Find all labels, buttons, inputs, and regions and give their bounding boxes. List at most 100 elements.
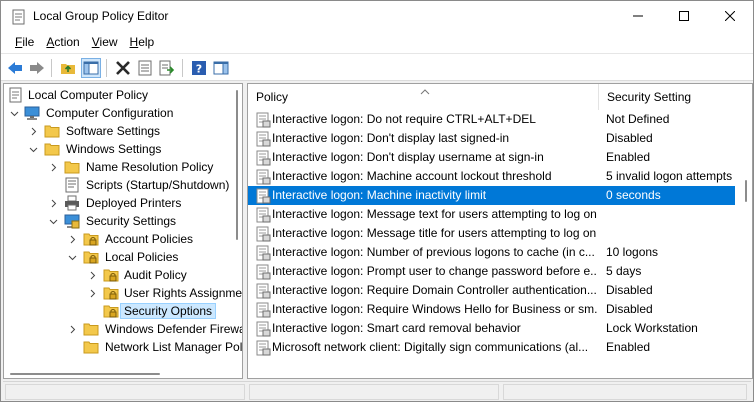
policy-list[interactable]: Policy Security Setting Interactive logo…	[247, 83, 753, 379]
computer-policy-icon	[8, 87, 24, 103]
chevron-right-icon[interactable]	[48, 198, 58, 208]
menu-file-label: ile	[22, 35, 35, 49]
maximize-button[interactable]	[661, 1, 707, 31]
table-row[interactable]: Interactive logon: Do not require CTRL+A…	[248, 110, 735, 129]
locked-folder-icon	[83, 249, 99, 265]
computer-icon	[24, 105, 40, 121]
policy-setting-value: Disabled	[606, 302, 653, 316]
tree-vertical-scrollbar[interactable]	[232, 84, 242, 364]
table-row[interactable]: Microsoft network client: Digitally sign…	[248, 338, 735, 357]
policy-name: Interactive logon: Prompt user to change…	[272, 264, 597, 278]
policy-setting-icon	[255, 188, 271, 204]
help-icon: ?	[192, 61, 206, 76]
policy-name: Interactive logon: Smart card removal be…	[272, 321, 521, 335]
table-row[interactable]: Interactive logon: Prompt user to change…	[248, 262, 735, 281]
tree-item-user-rights-assignment[interactable]: User Rights Assignment	[4, 284, 242, 302]
tree-item-label: Name Resolution Policy	[86, 160, 214, 174]
locked-folder-icon	[103, 285, 119, 301]
chevron-down-icon[interactable]	[48, 216, 58, 226]
locked-folder-icon	[103, 267, 119, 283]
help-button[interactable]: ?	[189, 58, 209, 78]
tree-item-windows-settings[interactable]: Windows Settings	[4, 140, 242, 158]
table-row[interactable]: Interactive logon: Require Windows Hello…	[248, 300, 735, 319]
tree-item-label: Software Settings	[66, 124, 161, 138]
up-one-level-button[interactable]	[58, 58, 78, 78]
scrollbar-thumb[interactable]	[236, 90, 238, 240]
tree-horizontal-scrollbar[interactable]	[4, 366, 242, 378]
minimize-button[interactable]	[615, 1, 661, 31]
show-hide-action-pane-button[interactable]	[211, 58, 231, 78]
tree-item-network-list-manager-policies[interactable]: Network List Manager Policies	[4, 338, 242, 356]
chevron-right-icon[interactable]	[28, 126, 38, 136]
policy-setting-value: Not Defined	[606, 112, 670, 126]
policy-setting-value: Disabled	[606, 283, 653, 297]
list-vertical-scrollbar[interactable]	[740, 84, 752, 378]
locked-folder-icon	[103, 303, 119, 319]
chevron-right-icon[interactable]	[87, 288, 97, 298]
show-hide-console-tree-button[interactable]	[81, 58, 101, 78]
chevron-right-icon[interactable]	[87, 270, 97, 280]
export-list-button[interactable]	[157, 58, 177, 78]
chevron-down-icon[interactable]	[9, 108, 19, 118]
column-header-label: Policy	[256, 90, 289, 104]
show-hide-action-pane-icon	[213, 61, 229, 75]
policy-setting-icon	[255, 340, 271, 356]
tree-item-windows-defender-firewall[interactable]: Windows Defender Firewall	[4, 320, 242, 338]
menu-file[interactable]: File	[9, 35, 40, 49]
tree-item-security-settings[interactable]: Security Settings	[4, 212, 242, 230]
menu-action[interactable]: Action	[40, 35, 85, 49]
policy-setting-icon	[255, 131, 271, 147]
menu-view[interactable]: View	[86, 35, 124, 49]
chevron-right-icon[interactable]	[67, 234, 77, 244]
properties-button[interactable]	[135, 58, 155, 78]
policy-setting-value: 0 seconds	[606, 188, 661, 202]
table-row[interactable]: Interactive logon: Machine account locko…	[248, 167, 735, 186]
tree-item-computer-configuration[interactable]: Computer Configuration	[4, 104, 242, 122]
tree-item-security-options[interactable]: Security Options	[4, 302, 242, 320]
tree-item-scripts[interactable]: Scripts (Startup/Shutdown)	[4, 176, 242, 194]
column-header-security-setting[interactable]: Security Setting	[599, 84, 739, 110]
table-row[interactable]: Interactive logon: Don't display usernam…	[248, 148, 735, 167]
tree-item-deployed-printers[interactable]: Deployed Printers	[4, 194, 242, 212]
console-tree[interactable]: Local Computer Policy Computer Configura…	[3, 83, 243, 379]
table-row[interactable]: Interactive logon: Message title for use…	[248, 224, 735, 243]
tree-item-local-policies[interactable]: Local Policies	[4, 248, 242, 266]
menu-help[interactable]: Help	[124, 35, 161, 49]
tree-item-name-resolution-policy[interactable]: Name Resolution Policy	[4, 158, 242, 176]
scrollbar-thumb[interactable]	[10, 373, 160, 375]
table-row[interactable]: Interactive logon: Number of previous lo…	[248, 243, 735, 262]
policy-setting-value: 5 days	[606, 264, 642, 278]
policy-setting-icon	[255, 302, 271, 318]
menu-help-label: elp	[138, 35, 155, 49]
tree-item-local-computer-policy[interactable]: Local Computer Policy	[4, 86, 242, 104]
sort-ascending-icon	[420, 84, 430, 98]
tree-item-software-settings[interactable]: Software Settings	[4, 122, 242, 140]
folder-icon	[64, 159, 80, 175]
tree-item-label: Local Computer Policy	[28, 88, 149, 102]
table-row[interactable]: Interactive logon: Don't display last si…	[248, 129, 735, 148]
chevron-right-icon[interactable]	[48, 162, 58, 172]
tree-item-account-policies[interactable]: Account Policies	[4, 230, 242, 248]
up-folder-icon	[61, 64, 75, 74]
tree-item-label: Local Policies	[105, 250, 179, 264]
policy-name: Interactive logon: Don't display last si…	[272, 131, 510, 145]
scrollbar-thumb[interactable]	[745, 180, 747, 202]
properties-icon	[138, 60, 152, 76]
back-button[interactable]	[5, 58, 25, 78]
tree-item-audit-policy[interactable]: Audit Policy	[4, 266, 242, 284]
chevron-down-icon[interactable]	[67, 252, 77, 262]
policy-name: Interactive logon: Message text for user…	[272, 207, 597, 221]
chevron-right-icon[interactable]	[67, 324, 77, 334]
delete-button[interactable]	[113, 58, 133, 78]
policy-name: Interactive logon: Do not require CTRL+A…	[272, 112, 536, 126]
close-button[interactable]	[707, 1, 753, 31]
table-row-selected[interactable]: Interactive logon: Machine inactivity li…	[248, 186, 735, 205]
title-bar[interactable]: Local Group Policy Editor	[1, 1, 753, 31]
table-row[interactable]: Interactive logon: Message text for user…	[248, 205, 735, 224]
chevron-down-icon[interactable]	[28, 144, 38, 154]
forward-button[interactable]	[27, 58, 47, 78]
table-row[interactable]: Interactive logon: Smart card removal be…	[248, 319, 735, 338]
tree-item-label: Account Policies	[105, 232, 194, 246]
table-row[interactable]: Interactive logon: Require Domain Contro…	[248, 281, 735, 300]
menu-view-label: iew	[99, 35, 118, 49]
